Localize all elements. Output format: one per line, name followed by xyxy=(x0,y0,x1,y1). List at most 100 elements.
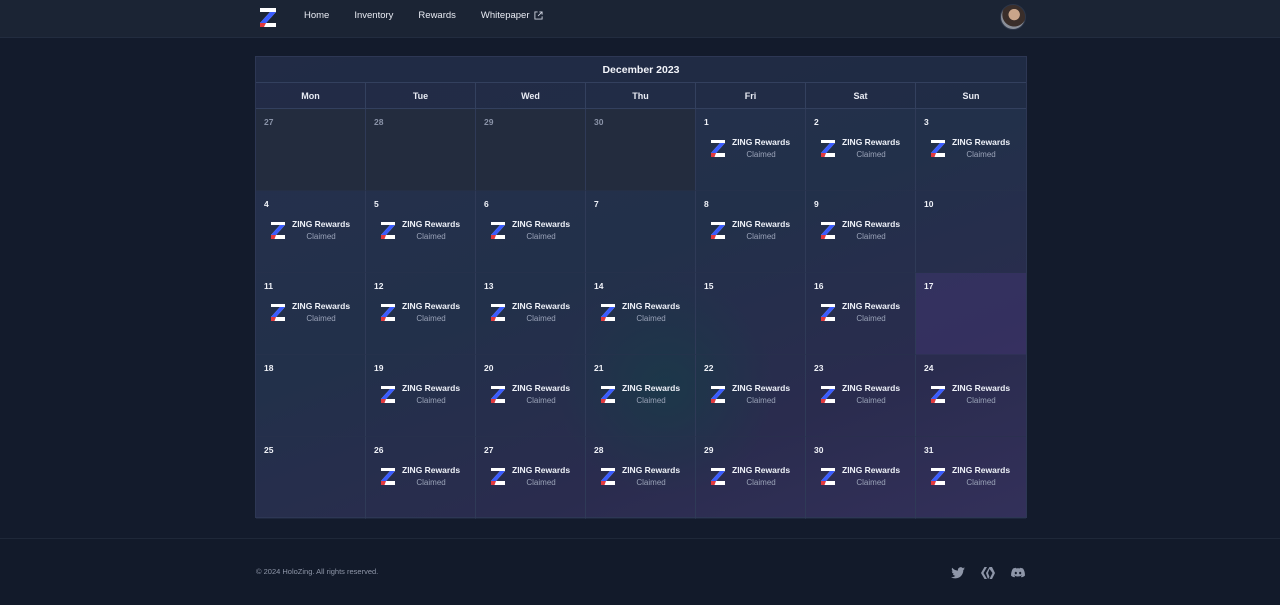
calendar-day-cell[interactable]: 1 ZING Rewards Claimed xyxy=(696,109,806,191)
calendar-day-cell[interactable]: 28 xyxy=(366,109,476,191)
calendar-day-cell[interactable]: 29 ZING Rewards Claimed xyxy=(696,437,806,519)
reward-entry: ZING Rewards Claimed xyxy=(380,383,460,405)
reward-title: ZING Rewards xyxy=(622,301,681,311)
reward-status: Claimed xyxy=(856,314,886,323)
day-number: 18 xyxy=(264,363,274,373)
calendar-day-cell[interactable]: 4 ZING Rewards Claimed xyxy=(256,191,366,273)
reward-entry: ZING Rewards Claimed xyxy=(600,383,680,405)
reward-title: ZING Rewards xyxy=(952,383,1011,393)
calendar-day-cell[interactable]: 16 ZING Rewards Claimed xyxy=(806,273,916,355)
zing-token-icon xyxy=(491,467,505,485)
nav-rewards[interactable]: Rewards xyxy=(418,10,456,21)
reward-title: ZING Rewards xyxy=(402,301,461,311)
zing-token-icon xyxy=(821,303,835,321)
day-number: 25 xyxy=(264,445,274,455)
calendar-week-row: 11 ZING Rewards Claimed 12 ZING Rewards Claim… xyxy=(256,273,1026,355)
calendar-day-cell[interactable]: 22 ZING Rewards Claimed xyxy=(696,355,806,437)
reward-status: Claimed xyxy=(526,478,556,487)
user-avatar[interactable] xyxy=(1000,4,1026,30)
calendar-day-cell[interactable]: 27 ZING Rewards Claimed xyxy=(476,437,586,519)
reward-text: ZING Rewards Claimed xyxy=(512,465,570,487)
calendar-day-cell[interactable]: 27 xyxy=(256,109,366,191)
calendar-day-cell[interactable]: 13 ZING Rewards Claimed xyxy=(476,273,586,355)
reward-status: Claimed xyxy=(746,478,776,487)
calendar-day-cell[interactable]: 30 ZING Rewards Claimed xyxy=(806,437,916,519)
day-number: 30 xyxy=(814,445,824,455)
calendar-day-cell[interactable]: 20 ZING Rewards Claimed xyxy=(476,355,586,437)
calendar-day-cell[interactable]: 10 xyxy=(916,191,1026,273)
zing-token-icon xyxy=(931,385,945,403)
reward-text: ZING Rewards Claimed xyxy=(732,383,790,405)
reward-title: ZING Rewards xyxy=(842,465,901,475)
top-navbar: Home Inventory Rewards Whitepaper xyxy=(0,0,1280,38)
calendar-day-cell[interactable]: 15 xyxy=(696,273,806,355)
day-number: 4 xyxy=(264,199,269,209)
day-number: 23 xyxy=(814,363,824,373)
calendar-day-cell[interactable]: 25 xyxy=(256,437,366,519)
twitter-icon[interactable] xyxy=(950,565,966,581)
day-number: 28 xyxy=(594,445,604,455)
reward-title: ZING Rewards xyxy=(512,301,571,311)
nav-whitepaper[interactable]: Whitepaper xyxy=(481,10,543,21)
calendar-day-cell[interactable]: 9 ZING Rewards Claimed xyxy=(806,191,916,273)
calendar-day-cell[interactable]: 5 ZING Rewards Claimed xyxy=(366,191,476,273)
zing-token-icon xyxy=(931,139,945,157)
calendar-day-cell[interactable]: 3 ZING Rewards Claimed xyxy=(916,109,1026,191)
reward-title: ZING Rewards xyxy=(732,219,791,229)
weekday-header: Mon Tue Wed Thu Fri Sat Sun xyxy=(256,83,1026,109)
reward-text: ZING Rewards Claimed xyxy=(512,219,570,241)
reward-title: ZING Rewards xyxy=(402,383,461,393)
zing-token-icon xyxy=(711,385,725,403)
calendar-day-cell[interactable]: 8 ZING Rewards Claimed xyxy=(696,191,806,273)
calendar-day-cell[interactable]: 14 ZING Rewards Claimed xyxy=(586,273,696,355)
reward-title: ZING Rewards xyxy=(622,383,681,393)
rewards-calendar: December 2023 Mon Tue Wed Thu Fri Sat Sun 27 28… xyxy=(255,56,1027,519)
nav-inventory[interactable]: Inventory xyxy=(354,10,393,21)
reward-text: ZING Rewards Claimed xyxy=(952,383,1010,405)
day-number: 30 xyxy=(594,117,604,127)
reward-text: ZING Rewards Claimed xyxy=(842,137,900,159)
day-number: 2 xyxy=(814,117,819,127)
calendar-day-cell[interactable]: 11 ZING Rewards Claimed xyxy=(256,273,366,355)
reward-title: ZING Rewards xyxy=(952,137,1011,147)
calendar-month-title: December 2023 xyxy=(256,57,1026,83)
calendar-day-cell[interactable]: 12 ZING Rewards Claimed xyxy=(366,273,476,355)
reward-status: Claimed xyxy=(966,150,996,159)
calendar-day-cell[interactable]: 31 ZING Rewards Claimed xyxy=(916,437,1026,519)
calendar-day-cell[interactable]: 6 ZING Rewards Claimed xyxy=(476,191,586,273)
calendar-week-row: 18 19 ZING Rewards Claimed 20 ZING Rewards Cla… xyxy=(256,355,1026,437)
calendar-day-cell[interactable]: 18 xyxy=(256,355,366,437)
calendar-day-cell[interactable]: 21 ZING Rewards Claimed xyxy=(586,355,696,437)
calendar-day-cell[interactable]: 24 ZING Rewards Claimed xyxy=(916,355,1026,437)
discord-icon[interactable] xyxy=(1010,565,1026,581)
calendar-day-cell[interactable]: 17 xyxy=(916,273,1026,355)
zing-token-icon xyxy=(601,467,615,485)
calendar-day-cell[interactable]: 26 ZING Rewards Claimed xyxy=(366,437,476,519)
weekday-label: Mon xyxy=(256,83,366,108)
day-number: 17 xyxy=(924,281,934,291)
reward-entry: ZING Rewards Claimed xyxy=(930,383,1010,405)
reward-status: Claimed xyxy=(746,232,776,241)
weekday-label: Thu xyxy=(586,83,696,108)
nav-home[interactable]: Home xyxy=(304,10,329,21)
calendar-day-cell[interactable]: 2 ZING Rewards Claimed xyxy=(806,109,916,191)
holozing-logo-icon[interactable] xyxy=(257,5,279,30)
reward-entry: ZING Rewards Claimed xyxy=(930,465,1010,487)
calendar-day-cell[interactable]: 7 xyxy=(586,191,696,273)
reward-status: Claimed xyxy=(746,150,776,159)
day-number: 7 xyxy=(594,199,599,209)
reward-text: ZING Rewards Claimed xyxy=(622,383,680,405)
hive-icon[interactable] xyxy=(980,565,996,581)
calendar-day-cell[interactable]: 30 xyxy=(586,109,696,191)
calendar-day-cell[interactable]: 28 ZING Rewards Claimed xyxy=(586,437,696,519)
zing-token-icon xyxy=(381,467,395,485)
calendar-day-cell[interactable]: 23 ZING Rewards Claimed xyxy=(806,355,916,437)
reward-entry: ZING Rewards Claimed xyxy=(820,465,900,487)
reward-title: ZING Rewards xyxy=(622,465,681,475)
calendar-day-cell[interactable]: 19 ZING Rewards Claimed xyxy=(366,355,476,437)
zing-token-icon xyxy=(711,221,725,239)
zing-token-icon xyxy=(381,221,395,239)
calendar-day-cell[interactable]: 29 xyxy=(476,109,586,191)
reward-entry: ZING Rewards Claimed xyxy=(820,219,900,241)
nav-home-label: Home xyxy=(304,9,330,21)
